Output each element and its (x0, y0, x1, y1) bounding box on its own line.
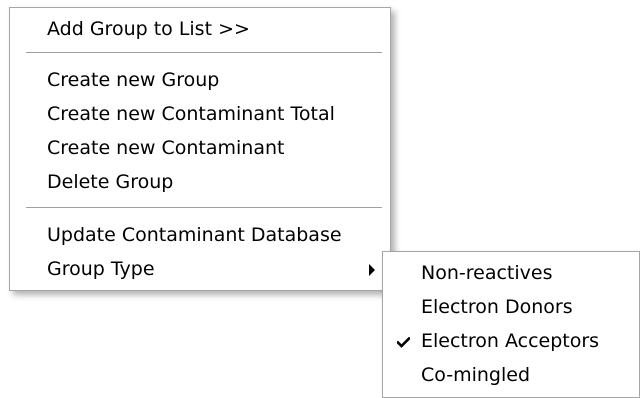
menu-separator (26, 52, 382, 54)
submenu-arrow-icon (369, 264, 375, 276)
menu-item-label: Add Group to List >> (47, 18, 250, 40)
submenu-item-electron-donors[interactable]: Electron Donors (383, 290, 639, 324)
submenu-item-label: Non-reactives (421, 262, 553, 284)
checkmark-icon (397, 337, 410, 348)
menu-item-create-new-contaminant-total[interactable]: Create new Contaminant Total (10, 97, 390, 131)
submenu-item-label: Co-mingled (421, 364, 531, 386)
menu-item-update-contaminant-database[interactable]: Update Contaminant Database (10, 218, 390, 252)
submenu-item-label: Electron Donors (421, 296, 573, 318)
submenu-item-co-mingled[interactable]: Co-mingled (383, 358, 639, 392)
menu-item-create-new-contaminant[interactable]: Create new Contaminant (10, 131, 390, 165)
submenu-item-non-reactives[interactable]: Non-reactives (383, 256, 639, 290)
group-type-submenu: Non-reactives Electron Donors Electron A… (382, 251, 640, 398)
submenu-item-electron-acceptors[interactable]: Electron Acceptors (383, 324, 639, 358)
menu-item-add-group-to-list[interactable]: Add Group to List >> (10, 12, 390, 46)
menu-item-label: Group Type (47, 258, 155, 280)
menu-item-group-type[interactable]: Group Type (10, 252, 390, 286)
menu-item-label: Create new Contaminant (47, 137, 285, 159)
menu-item-delete-group[interactable]: Delete Group (10, 165, 390, 199)
menu-item-label: Create new Contaminant Total (47, 103, 335, 125)
menu-separator (26, 207, 382, 209)
menu-item-create-new-group[interactable]: Create new Group (10, 63, 390, 97)
menu-item-label: Update Contaminant Database (47, 224, 342, 246)
submenu-item-label: Electron Acceptors (421, 330, 600, 352)
menu-item-label: Create new Group (47, 69, 220, 91)
context-menu: Add Group to List >> Create new Group Cr… (9, 7, 391, 291)
menu-item-label: Delete Group (47, 171, 174, 193)
